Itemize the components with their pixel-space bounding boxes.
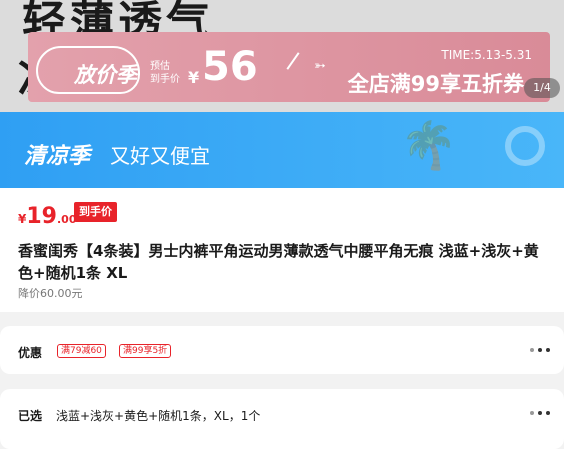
promo-price: 56 (202, 44, 258, 90)
discount-row[interactable]: 优惠 满79减60 满99享5折 (0, 326, 564, 374)
more-dots-icon[interactable] (530, 411, 550, 415)
selected-value: 浅蓝+浅灰+黄色+随机1条，XL，1个 (56, 409, 261, 423)
promo-time: TIME:5.13-5.31 (441, 48, 532, 62)
price-reduction: 降价60.00元 (18, 287, 83, 300)
selected-variant-row[interactable]: 已选 浅蓝+浅灰+黄色+随机1条，XL，1个 (0, 389, 564, 449)
promo-banner: 放价季 预估 到手价 ¥ 56 ➳ TIME:5.13-5.31 全店满99享五… (28, 32, 550, 102)
image-counter: 1/4 (524, 78, 560, 98)
promo-offer: 全店满99享五折券 (347, 72, 524, 96)
product-image-carousel[interactable]: 轻薄透气 冰 放价季 预估 到手价 ¥ 56 ➳ TIME:5.13-5.31 … (0, 0, 564, 112)
more-dots-icon[interactable] (530, 348, 550, 352)
season-banner: 清凉季 又好又便宜 🌴 (0, 112, 564, 188)
promo-brand: 放价季 (74, 63, 137, 87)
banner-title: 清凉季 (24, 144, 91, 169)
coupon-chip: 满99享5折 (119, 344, 172, 358)
product-info-card: ¥19.00 到手价 香蜜闺秀【4条装】男士内裤平角运动男薄款透气中腰平角无痕 … (0, 188, 564, 312)
price-tag-badge: 到手价 (74, 202, 117, 222)
selected-label: 已选 (18, 409, 43, 423)
banner-tagline: 又好又便宜 (110, 144, 210, 168)
current-price: ¥19.00 (18, 204, 77, 229)
estimate-label: 预估 到手价 (150, 61, 180, 85)
coupon-chip: 满79减60 (57, 344, 106, 358)
product-title: 香蜜闺秀【4条装】男士内裤平角运动男薄款透气中腰平角无痕 浅蓝+浅灰+黄色+随机… (18, 242, 539, 282)
discount-label: 优惠 (18, 346, 43, 360)
slash-divider (286, 52, 300, 70)
palm-tree-icon: 🌴 (400, 118, 458, 172)
curly-arrow-icon: ➳ (314, 58, 326, 74)
promo-currency: ¥ (188, 68, 200, 87)
swim-ring-icon (505, 126, 545, 166)
